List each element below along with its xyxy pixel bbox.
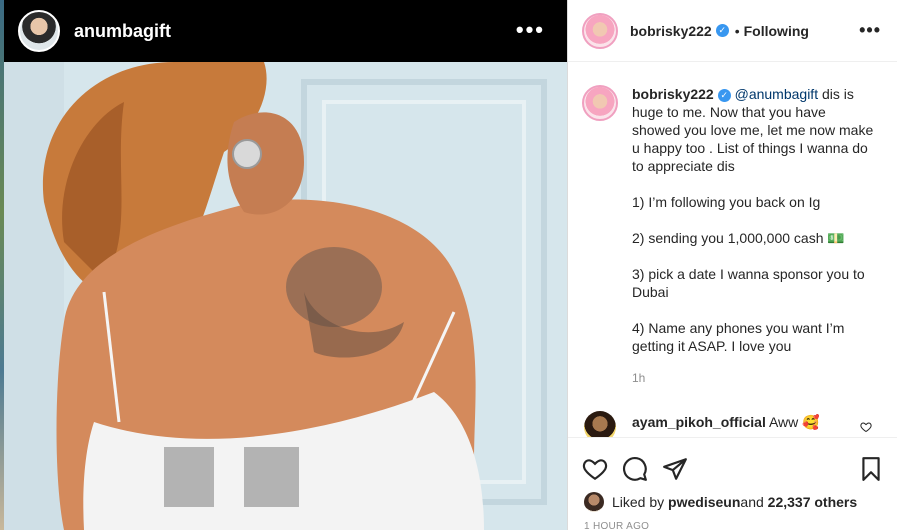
verified-icon: ✓ [715, 24, 729, 37]
commenter-avatar[interactable] [584, 411, 616, 437]
post-panel: bobrisky222 ✓ • Following ••• bobrisky22… [567, 0, 897, 530]
post-header: bobrisky222 ✓ • Following ••• [568, 0, 897, 62]
caption-body: bobrisky222 ✓ @anumbagift dis is huge to … [632, 85, 876, 387]
likes-prefix: Liked by [612, 494, 665, 510]
caption: bobrisky222 ✓ @anumbagift dis is huge to … [582, 85, 884, 387]
story-avatar[interactable] [18, 10, 60, 52]
comment-icon[interactable] [622, 456, 648, 482]
actions-bar: Liked by pwediseun and 22,337 others 1 H… [568, 437, 897, 530]
photo-illustration [4, 62, 567, 530]
comments-section[interactable]: bobrisky222 ✓ @anumbagift dis is huge to … [568, 63, 897, 437]
caption-item-1: 1) I’m following you back on Ig [632, 194, 821, 210]
story-header: anumbagift ••• [4, 0, 567, 62]
caption-item-3: 3) pick a date I wanna sponsor you to Du… [632, 266, 869, 300]
comment-text: Aww 🥰 [765, 414, 820, 430]
caption-intro: bobrisky222 ✓ @anumbagift dis is huge to … [632, 85, 876, 175]
more-options-icon[interactable]: ••• [859, 20, 881, 41]
liker-avatar[interactable] [584, 492, 604, 512]
share-icon[interactable] [662, 456, 688, 482]
action-icons [568, 438, 897, 488]
likes-count[interactable]: 22,337 others [768, 494, 858, 510]
story-more-icon[interactable]: ••• [516, 19, 545, 41]
post-time[interactable]: 1 HOUR AGO [568, 521, 897, 530]
likes-line: Liked by pwediseun and 22,337 others [568, 492, 897, 512]
author-username[interactable]: bobrisky222 [630, 23, 712, 39]
author-avatar[interactable] [582, 12, 618, 49]
caption-item-4: 4) Name any phones you want I’m getting … [632, 320, 849, 354]
caption-item-2: 2) sending you 1,000,000 cash 💵 [632, 230, 845, 246]
commenter-username[interactable]: ayam_pikoh_official [632, 414, 766, 430]
bookmark-icon[interactable] [858, 456, 884, 482]
following-button[interactable]: Following [744, 23, 809, 39]
comment-item: ayam_pikoh_official Aww 🥰 [582, 411, 884, 437]
comment-text-wrap: ayam_pikoh_official Aww 🥰 [632, 413, 820, 437]
heart-icon[interactable] [582, 456, 608, 482]
post-photo[interactable] [4, 62, 567, 530]
story-username[interactable]: anumbagift [74, 21, 171, 42]
liker-username[interactable]: pwediseun [668, 494, 740, 510]
likes-middle: and [740, 494, 764, 510]
comment-like-icon[interactable] [860, 421, 872, 433]
caption-time[interactable]: 1h [632, 369, 876, 387]
separator-dot: • [734, 22, 740, 39]
caption-username[interactable]: bobrisky222 [632, 86, 714, 102]
caption-avatar[interactable] [582, 85, 618, 121]
caption-mention[interactable]: @anumbagift [735, 86, 818, 102]
caption-verified-icon: ✓ [717, 89, 731, 102]
